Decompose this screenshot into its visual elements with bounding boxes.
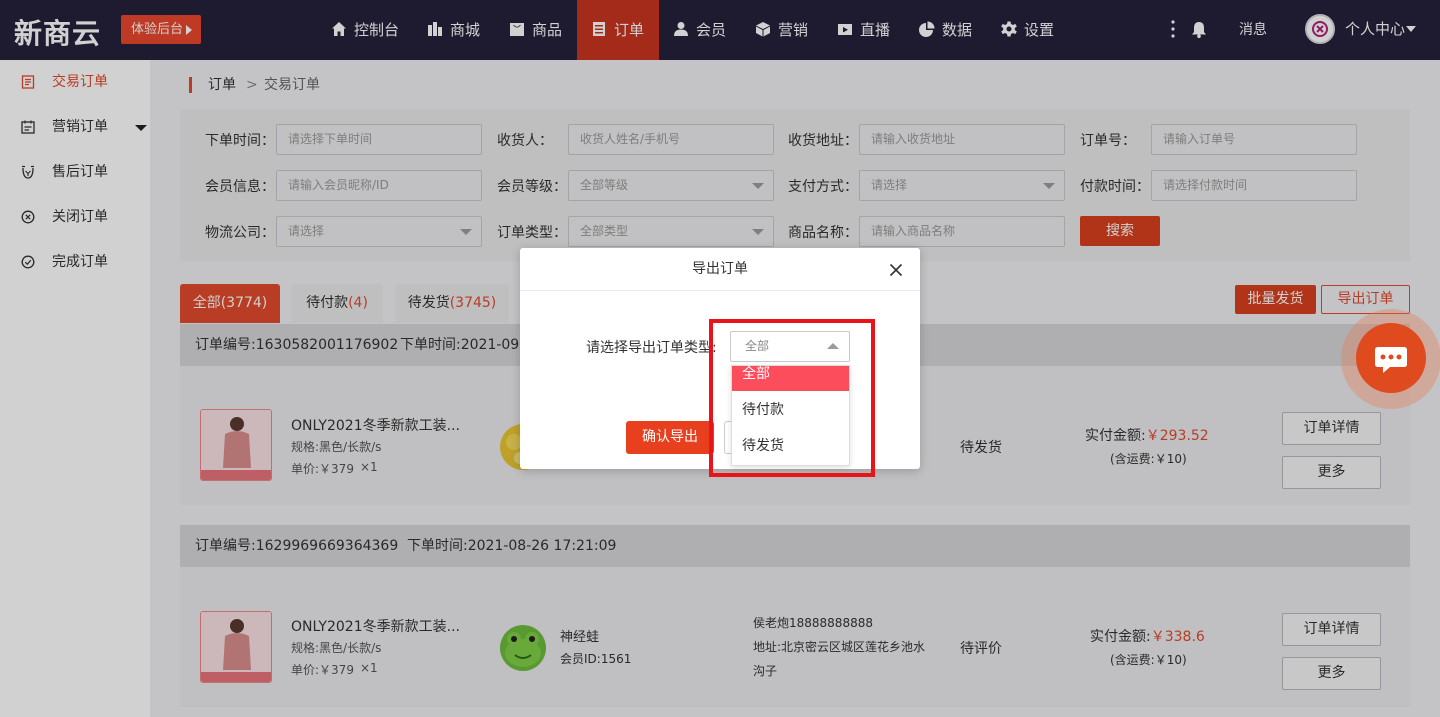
chat-button[interactable] [1341, 309, 1440, 409]
confirm-export-button[interactable]: 确认导出 [626, 421, 714, 454]
dialog-title: 导出订单 [520, 248, 920, 291]
export-type-label: 请选择导出订单类型: [586, 340, 717, 356]
chat-icon [1356, 323, 1426, 393]
highlight-annotation [709, 319, 875, 477]
close-icon[interactable] [888, 262, 904, 278]
